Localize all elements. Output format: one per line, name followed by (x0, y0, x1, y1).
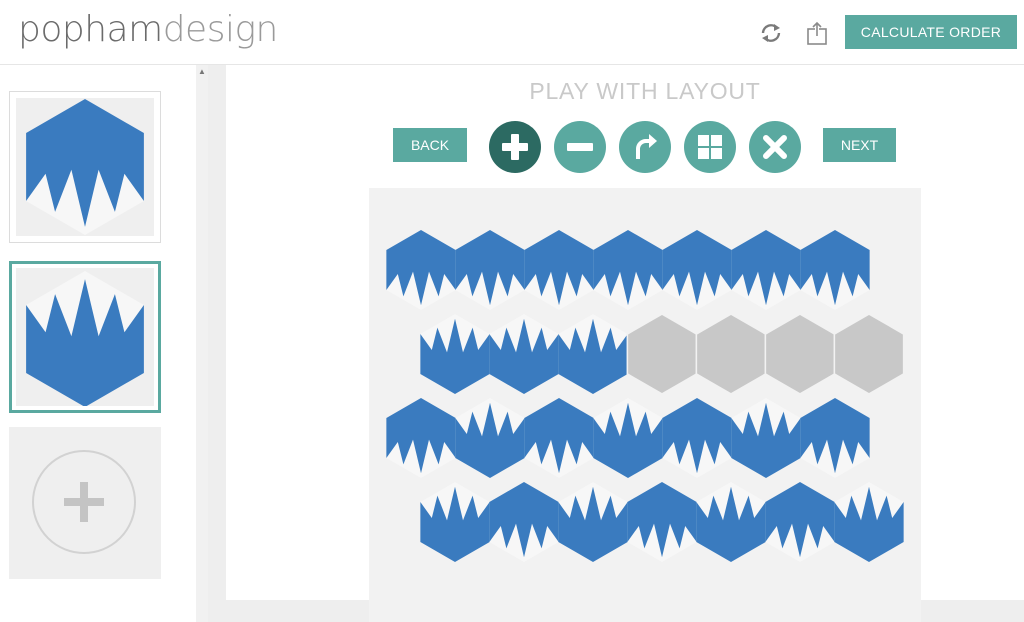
hex-tile[interactable] (662, 230, 732, 310)
add-icon (502, 134, 528, 160)
tile-preview (16, 98, 154, 236)
logo-part2: design (162, 9, 279, 50)
hex-tile[interactable] (593, 230, 663, 310)
remove-icon (567, 143, 593, 151)
grid-icon (698, 135, 722, 159)
hex-tile[interactable] (489, 314, 559, 394)
hex-tile[interactable] (524, 398, 594, 478)
hex-tile[interactable] (558, 482, 628, 562)
close-icon (763, 135, 787, 159)
empty-hex-cell[interactable] (833, 313, 905, 395)
hex-tile[interactable] (696, 482, 766, 562)
next-button[interactable]: NEXT (823, 128, 896, 162)
empty-hex-cell[interactable] (764, 313, 836, 395)
panel-divider (208, 65, 226, 622)
rotate-tile-tool-button[interactable] (619, 121, 671, 173)
hex-tile[interactable] (800, 230, 870, 310)
hex-tile[interactable] (420, 482, 490, 562)
hex-tile[interactable] (386, 398, 456, 478)
app-header: pophamdesign CALCULATE ORDER (0, 0, 1024, 65)
remove-tile-tool-button[interactable] (554, 121, 606, 173)
hex-tile[interactable] (524, 230, 594, 310)
hex-tile[interactable] (800, 398, 870, 478)
hex-tile[interactable] (593, 398, 663, 478)
hex-tile[interactable] (834, 482, 904, 562)
hex-tile[interactable] (731, 398, 801, 478)
tile-design-1[interactable] (9, 91, 161, 243)
refresh-icon[interactable] (758, 20, 784, 46)
add-tile-circle (32, 450, 136, 554)
hex-tile[interactable] (765, 482, 835, 562)
hex-tile-grid[interactable] (369, 188, 921, 622)
hex-tile[interactable] (420, 314, 490, 394)
hex-tile[interactable] (455, 398, 525, 478)
rotate-icon (636, 134, 657, 159)
sidebar-scrollbar[interactable]: ▲ (196, 65, 208, 622)
clear-layout-tool-button[interactable] (749, 121, 801, 173)
empty-hex-cell[interactable] (695, 313, 767, 395)
add-tile-button[interactable] (9, 427, 161, 579)
empty-hex-cell[interactable] (626, 313, 698, 395)
hex-tile[interactable] (627, 482, 697, 562)
hex-tile[interactable] (489, 482, 559, 562)
share-icon[interactable] (804, 20, 830, 46)
back-button[interactable]: BACK (393, 128, 467, 162)
hex-tile[interactable] (731, 230, 801, 310)
grid-tool-button[interactable] (684, 121, 736, 173)
logo: pophamdesign (18, 8, 278, 52)
hex-tile[interactable] (386, 230, 456, 310)
hex-tile[interactable] (662, 398, 732, 478)
scroll-up-arrow-icon[interactable]: ▲ (197, 67, 207, 77)
tile-sidebar (0, 65, 196, 622)
tile-design-2[interactable] (9, 261, 161, 413)
page-title: PLAY WITH LAYOUT (529, 78, 761, 104)
hex-tile[interactable] (455, 230, 525, 310)
hex-tile[interactable] (558, 314, 628, 394)
add-tile-tool-button[interactable] (489, 121, 541, 173)
logo-part1: popham (18, 9, 163, 50)
tile-preview (16, 268, 154, 407)
plus-icon (64, 482, 104, 522)
layout-canvas[interactable] (369, 188, 921, 622)
calculate-order-button[interactable]: CALCULATE ORDER (845, 15, 1017, 49)
